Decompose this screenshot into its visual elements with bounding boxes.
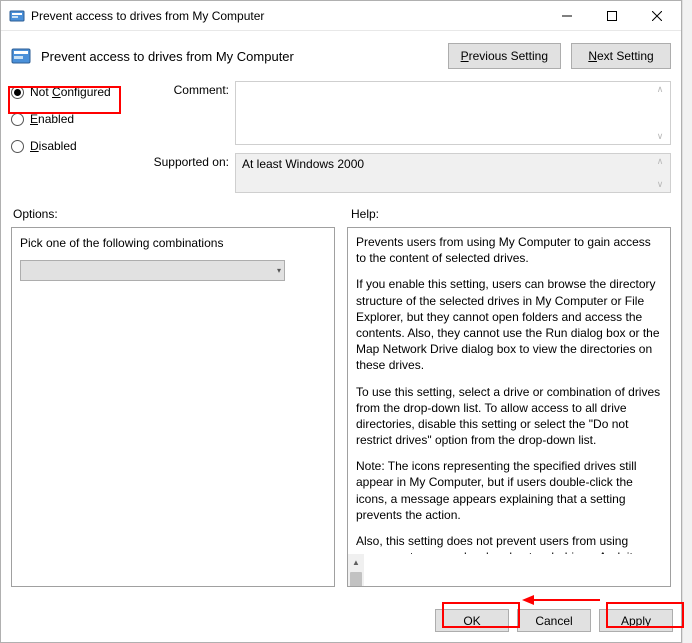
- supported-text: At least Windows 2000: [242, 157, 364, 171]
- dialog-window: Prevent access to drives from My Compute…: [0, 0, 682, 643]
- close-button[interactable]: [634, 1, 679, 30]
- radio-enabled[interactable]: Enabled: [11, 110, 151, 128]
- scroll-thumb[interactable]: [350, 572, 362, 587]
- radio-disabled[interactable]: Disabled: [11, 137, 151, 155]
- radio-label: Enabled: [30, 112, 74, 126]
- help-paragraph: If you enable this setting, users can br…: [356, 276, 662, 373]
- help-paragraph: Also, this setting does not prevent user…: [356, 533, 662, 554]
- radio-label: Not Configured: [30, 85, 111, 99]
- comment-scroll-hint: ∧∨: [652, 84, 668, 142]
- content-area: Prevent access to drives from My Compute…: [1, 31, 681, 601]
- radio-icon: [11, 140, 24, 153]
- supported-scroll-hint: ∧∨: [652, 156, 668, 190]
- radio-icon: [11, 113, 24, 126]
- comment-textarea[interactable]: ∧∨: [235, 81, 671, 145]
- scroll-up-icon: ▲: [348, 554, 364, 570]
- help-paragraph: To use this setting, select a drive or c…: [356, 384, 662, 449]
- state-radio-group: Not Configured Enabled Disabled: [11, 81, 151, 155]
- help-heading: Help:: [351, 207, 669, 221]
- cancel-button[interactable]: Cancel: [517, 609, 591, 632]
- footer: OK Cancel Apply: [1, 601, 681, 642]
- chevron-down-icon: ▾: [277, 266, 281, 275]
- policy-name: Prevent access to drives from My Compute…: [41, 49, 438, 64]
- titlebar: Prevent access to drives from My Compute…: [1, 1, 681, 31]
- drives-combo[interactable]: ▾: [20, 260, 285, 281]
- previous-setting-button[interactable]: Previous Setting: [448, 43, 561, 69]
- maximize-button[interactable]: [589, 1, 634, 30]
- supported-on-box: At least Windows 2000 ∧∨: [235, 153, 671, 193]
- options-panel: Pick one of the following combinations ▾: [11, 227, 335, 587]
- settings-grid: Not Configured Enabled Disabled Comment:…: [11, 79, 671, 203]
- policy-icon: [9, 8, 25, 24]
- help-panel: Prevents users from using My Computer to…: [347, 227, 671, 587]
- panels: Pick one of the following combinations ▾…: [11, 227, 671, 593]
- radio-label: Disabled: [30, 139, 77, 153]
- background-sliver: [682, 0, 692, 643]
- options-prompt: Pick one of the following combinations: [20, 236, 326, 250]
- radio-not-configured[interactable]: Not Configured: [11, 83, 151, 101]
- radio-icon: [11, 86, 24, 99]
- next-setting-button[interactable]: Next Setting: [571, 43, 671, 69]
- options-heading: Options:: [13, 207, 331, 221]
- minimize-button[interactable]: [544, 1, 589, 30]
- section-labels: Options: Help:: [11, 203, 671, 227]
- help-scrollbar[interactable]: ▲ ▼: [348, 554, 364, 586]
- window-title: Prevent access to drives from My Compute…: [31, 9, 544, 23]
- supported-label: Supported on:: [153, 153, 233, 169]
- comment-label: Comment:: [153, 81, 233, 97]
- apply-button[interactable]: Apply: [599, 609, 673, 632]
- help-text[interactable]: Prevents users from using My Computer to…: [348, 228, 670, 554]
- ok-button[interactable]: OK: [435, 609, 509, 632]
- help-paragraph: Prevents users from using My Computer to…: [356, 234, 662, 266]
- help-paragraph: Note: The icons representing the specifi…: [356, 458, 662, 523]
- policy-large-icon: [11, 46, 31, 66]
- header-area: Prevent access to drives from My Compute…: [11, 39, 671, 79]
